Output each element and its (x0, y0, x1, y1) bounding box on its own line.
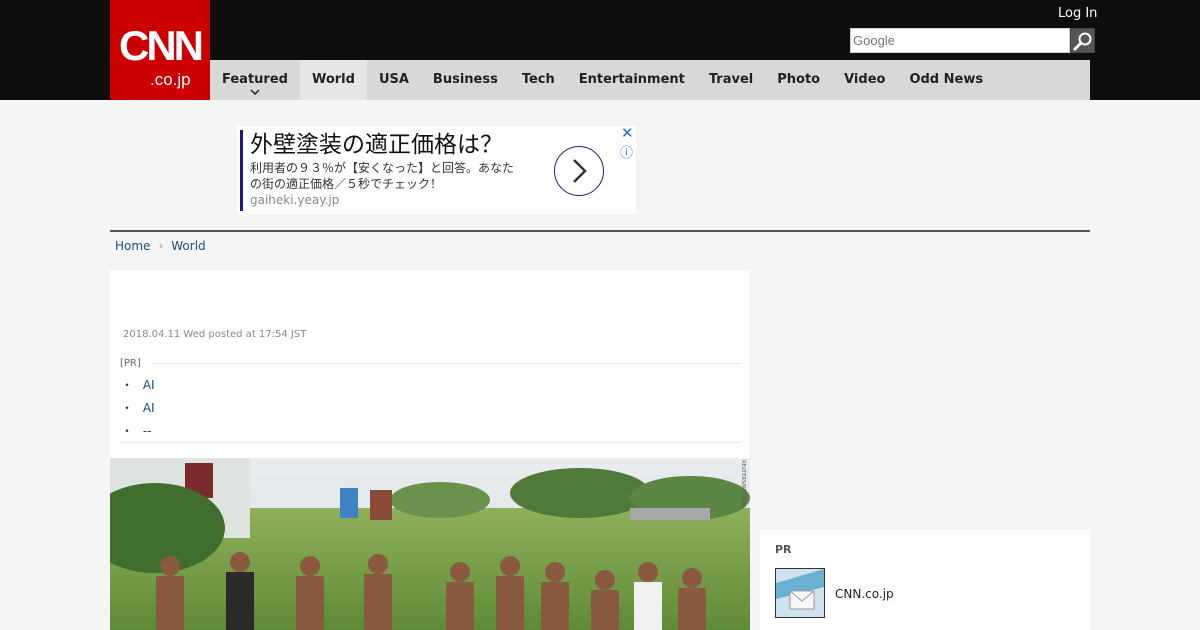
nav-item-photo[interactable]: Photo (765, 60, 832, 100)
nav-item-featured[interactable]: Featured (210, 60, 300, 100)
list-item: ・ AI (120, 397, 155, 420)
nav-item-label: Photo (777, 72, 821, 87)
ad-info-icon[interactable]: ⓘ (620, 142, 633, 161)
nav-item-world[interactable]: World (299, 60, 367, 100)
login-link[interactable]: Log In (1058, 6, 1097, 21)
sidebar-item-name[interactable]: CNN.co.jp (835, 587, 894, 601)
article-date: 2018.04.11 Wed posted at 17:54 JST (123, 329, 307, 340)
bullet: ・ (121, 401, 134, 415)
pr-divider (120, 442, 740, 443)
logo-text: CNN (119, 22, 204, 69)
article-card: 2018.04.11 Wed posted at 17:54 JST [PR] … (110, 270, 750, 630)
nav-item-travel[interactable]: Travel (697, 60, 765, 100)
sidebar-pr-label: PR (775, 543, 792, 556)
nav-item-business[interactable]: Business (421, 60, 510, 100)
list-item: ・ -- (120, 420, 155, 443)
ad-arrow-button[interactable] (554, 146, 604, 196)
main-nav: Featured World USA Business Tech Enterta… (210, 60, 1090, 100)
bullet: ・ (121, 424, 134, 438)
search-button[interactable] (1070, 28, 1095, 53)
nav-item-video[interactable]: Video (832, 60, 897, 100)
nav-item-label: Odd News (909, 72, 984, 87)
nav-item-usa[interactable]: USA (367, 60, 421, 100)
logo-domain: .co.jp (150, 70, 191, 89)
nav-item-label: Video (844, 72, 886, 87)
ad-body: 利用者の９３％が【安くなった】と回答。あなた の街の適正価格／５秒でチェック！ (250, 160, 542, 192)
pr-label: [PR] (120, 358, 141, 369)
ad-banner[interactable]: 外壁塗装の適正価格は？ 利用者の９３％が【安くなった】と回答。あなた の街の適正… (237, 124, 636, 214)
nav-item-label: Entertainment (578, 72, 685, 87)
ad-close-icon[interactable]: ✕ (621, 124, 634, 142)
ad-body-line: の街の適正価格／５秒でチェック！ (250, 177, 443, 191)
article-photo[interactable] (110, 458, 750, 630)
nav-item-tech[interactable]: Tech (510, 60, 567, 100)
sidebar-thumbnail[interactable] (775, 568, 825, 618)
photo-credit: REUTERS/REUTERS (740, 460, 746, 508)
nav-item-label: Featured (222, 72, 288, 87)
nav-item-label: USA (378, 72, 409, 87)
breadcrumb-separator-icon: › (158, 239, 164, 253)
breadcrumb-world[interactable]: World (171, 238, 205, 254)
ad-headline[interactable]: 外壁塗装の適正価格は？ (250, 129, 503, 161)
photo-illustration (110, 458, 750, 630)
nav-item-label: Tech (521, 72, 555, 87)
nav-item-label: Travel (708, 72, 754, 87)
ad-body-line: 利用者の９３％が【安くなった】と回答。あなた (250, 161, 515, 175)
mail-icon (776, 569, 824, 617)
pr-link[interactable]: AI (143, 401, 155, 415)
nav-item-odd-news[interactable]: Odd News (897, 60, 995, 100)
sidebar-pr-card[interactable]: PR CNN.co.jp (760, 530, 1090, 630)
search-icon (1073, 32, 1092, 51)
ad-accent-bar (240, 130, 243, 211)
list-item: ・ AI (120, 374, 155, 397)
nav-item-label: World (311, 72, 355, 87)
pr-divider (152, 363, 740, 364)
breadcrumb: Home › World (115, 238, 206, 254)
bullet: ・ (121, 378, 134, 392)
pr-link[interactable]: -- (143, 424, 152, 438)
nav-item-entertainment[interactable]: Entertainment (567, 60, 697, 100)
chevron-down-icon (210, 88, 300, 98)
section-divider (110, 230, 1090, 232)
breadcrumb-home[interactable]: Home (115, 238, 150, 254)
pr-link[interactable]: AI (143, 378, 155, 392)
pr-link-list: ・ AI ・ AI ・ -- (120, 374, 155, 443)
ad-url[interactable]: gaiheki.yeay.jp (250, 193, 339, 207)
cnn-logo[interactable]: CNN .co.jp (110, 0, 210, 100)
search-input[interactable] (850, 28, 1070, 53)
chevron-right-icon (573, 159, 587, 183)
nav-item-label: Business (432, 72, 498, 87)
